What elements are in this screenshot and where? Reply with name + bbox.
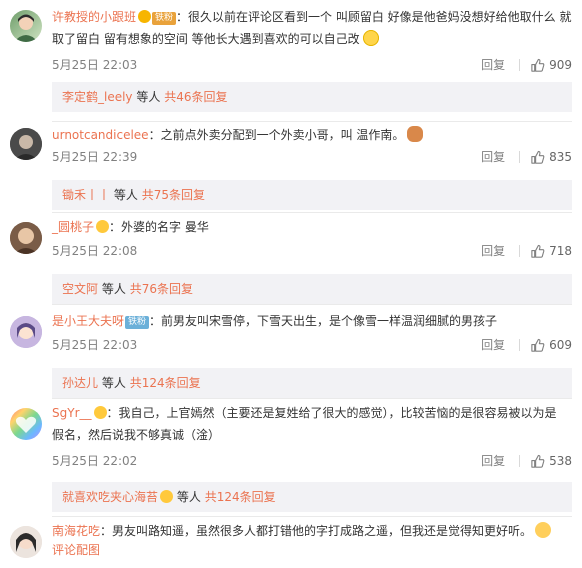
thumb-up-icon[interactable] bbox=[530, 58, 545, 73]
divider bbox=[519, 151, 521, 163]
comment-body: 是小王大夫呀 铁粉 ：前男友叫宋雪停，下雪天出生，是个像雪一样温润细腻的男孩子 bbox=[52, 308, 572, 332]
comment-username[interactable]: urnotcandicelee bbox=[52, 128, 149, 142]
comment-attachment: 评论配图 bbox=[52, 542, 572, 558]
view-replies-link[interactable]: 共124条回复 bbox=[205, 490, 276, 504]
divider bbox=[519, 59, 521, 71]
thumb-up-icon[interactable] bbox=[530, 338, 545, 353]
comment-body: 南海花吃：男友叫路知遥，虽然很多人都打错他的字打成路之遥，但我还是觉得知更好听。 bbox=[52, 520, 572, 542]
comment-text: ：之前点外卖分配到一个外卖小哥，叫 温作南。 bbox=[148, 128, 405, 142]
like-count: 538 bbox=[549, 454, 572, 468]
like-count: 718 bbox=[549, 244, 572, 258]
comment-body: SgYr__ ：我自己，上官嫣然（主要还是复姓给了很大的感觉），比较苦恼的是很容易… bbox=[52, 402, 572, 446]
thumb-up-icon[interactable] bbox=[530, 244, 545, 259]
comment-text: ：外婆的名字 曼华 bbox=[109, 220, 209, 234]
comment-text: ：前男友叫宋雪停，下雪天出生，是个像雪一样温润细腻的男孩子 bbox=[149, 314, 498, 328]
sub-reply-text: 等人 bbox=[136, 90, 161, 104]
like-count: 909 bbox=[549, 58, 572, 72]
sub-reply-user[interactable]: 李定鹤_leely bbox=[62, 90, 133, 104]
comment-text: ：我自己，上官嫣然（主要还是复姓给了很大的感觉），比较苦恼的是很容易被以为是 bbox=[106, 406, 557, 420]
view-replies-link[interactable]: 共76条回复 bbox=[130, 282, 193, 296]
comment-username[interactable]: 南海花吃 bbox=[52, 524, 100, 538]
reply-button[interactable]: 回复 bbox=[481, 240, 505, 262]
avatar[interactable] bbox=[10, 128, 42, 160]
comment-item: SgYr__ ：我自己，上官嫣然（主要还是复姓给了很大的感觉），比较苦恼的是很容易… bbox=[0, 402, 582, 512]
comment-meta: 5月25日 22:03 回复 609 bbox=[52, 334, 572, 356]
comment-item: 许教授的小跟班 铁粉 ：很久以前在评论区看到一个 叫顾留白 好像是他爸妈没想好给他取… bbox=[0, 6, 582, 112]
avatar[interactable] bbox=[10, 222, 42, 254]
like-count: 835 bbox=[549, 150, 572, 164]
comment-body: 许教授的小跟班 铁粉 ：很久以前在评论区看到一个 叫顾留白 好像是他爸妈没想好给他取… bbox=[52, 6, 572, 50]
sub-reply-text: 等人 bbox=[101, 376, 126, 390]
comment-username[interactable]: _圆桃子 bbox=[52, 220, 94, 234]
comment-text: 假名，然后说我不够真诚（淦） bbox=[52, 428, 221, 442]
sub-reply-text: 等人 bbox=[113, 188, 138, 202]
comment-time: 5月25日 22:08 bbox=[52, 244, 138, 258]
sub-reply-summary[interactable]: 孙达儿 等人 共124条回复 bbox=[52, 368, 572, 398]
comment-time: 5月25日 22:03 bbox=[52, 338, 138, 352]
like-count: 609 bbox=[549, 338, 572, 352]
comment-item: _圆桃子 ：外婆的名字 曼华 5月25日 22:08 回复 718 空文阿 等人 … bbox=[0, 214, 582, 304]
view-replies-link[interactable]: 共124条回复 bbox=[130, 376, 201, 390]
sub-reply-user[interactable]: 孙达儿 bbox=[62, 376, 98, 390]
comment-body: _圆桃子 ：外婆的名字 曼华 bbox=[52, 214, 572, 238]
comment-meta: 5月25日 22:03 回复 909 bbox=[52, 54, 572, 76]
comment-item: 是小王大夫呀 铁粉 ：前男友叫宋雪停，下雪天出生，是个像雪一样温润细腻的男孩子 5月… bbox=[0, 308, 582, 398]
member-badge-icon bbox=[96, 220, 110, 233]
view-replies-link[interactable]: 共75条回复 bbox=[142, 188, 205, 202]
reply-button[interactable]: 回复 bbox=[481, 334, 505, 356]
sub-reply-text: 等人 bbox=[101, 282, 126, 296]
comment-body: urnotcandicelee：之前点外卖分配到一个外卖小哥，叫 温作南。 bbox=[52, 122, 572, 146]
smile-emoji-icon bbox=[362, 30, 379, 46]
comment-meta: 5月25日 22:39 回复 835 bbox=[52, 146, 572, 168]
comment-item: 南海花吃：男友叫路知遥，虽然很多人都打错他的字打成路之遥，但我还是觉得知更好听。… bbox=[0, 520, 582, 558]
avatar[interactable] bbox=[10, 408, 42, 440]
avatar[interactable] bbox=[10, 316, 42, 348]
reply-button[interactable]: 回复 bbox=[481, 54, 505, 76]
sub-reply-summary[interactable]: 就喜欢吃夹心海苔 等人 共124条回复 bbox=[52, 482, 572, 512]
divider bbox=[52, 398, 572, 399]
comment-time: 5月25日 22:02 bbox=[52, 454, 138, 468]
divider bbox=[52, 212, 572, 213]
fan-badge: 铁粉 bbox=[152, 12, 177, 25]
dog-emoji-icon bbox=[407, 126, 424, 142]
divider bbox=[519, 339, 521, 351]
comment-text: ：男友叫路知遥，虽然很多人都打错他的字打成路之遥，但我还是觉得知更好听。 bbox=[100, 524, 533, 538]
blush-emoji-icon bbox=[535, 522, 552, 538]
comment-meta: 5月25日 22:08 回复 718 bbox=[52, 240, 572, 262]
thumb-up-icon[interactable] bbox=[530, 150, 545, 165]
comment-item: urnotcandicelee：之前点外卖分配到一个外卖小哥，叫 温作南。 5月… bbox=[0, 122, 582, 210]
sub-reply-summary[interactable]: 锄禾丨丨 等人 共75条回复 bbox=[52, 180, 572, 210]
comment-time: 5月25日 22:39 bbox=[52, 150, 138, 164]
view-replies-link[interactable]: 共46条回复 bbox=[164, 90, 227, 104]
divider bbox=[519, 455, 521, 467]
avatar[interactable] bbox=[10, 10, 42, 42]
fan-badge: 铁粉 bbox=[125, 316, 150, 329]
comment-meta: 5月25日 22:02 回复 538 bbox=[52, 450, 572, 472]
sub-reply-user[interactable]: 锄禾丨丨 bbox=[62, 188, 110, 202]
sub-reply-text: 等人 bbox=[176, 490, 201, 504]
comment-username[interactable]: SgYr__ bbox=[52, 406, 92, 420]
reply-button[interactable]: 回复 bbox=[481, 146, 505, 168]
comment-username[interactable]: 许教授的小跟班 bbox=[52, 10, 136, 24]
member-badge-icon bbox=[138, 10, 152, 23]
comment-time: 5月25日 22:03 bbox=[52, 58, 138, 72]
sub-reply-user[interactable]: 空文阿 bbox=[62, 282, 98, 296]
comment-username[interactable]: 是小王大夫呀 bbox=[52, 314, 124, 328]
member-badge-icon bbox=[160, 490, 174, 503]
picture-link[interactable]: 评论配图 bbox=[52, 543, 100, 557]
member-badge-icon bbox=[93, 406, 107, 419]
sub-reply-summary[interactable]: 李定鹤_leely 等人 共46条回复 bbox=[52, 82, 572, 112]
divider bbox=[519, 245, 521, 257]
sub-reply-user[interactable]: 就喜欢吃夹心海苔 bbox=[62, 490, 158, 504]
reply-button[interactable]: 回复 bbox=[481, 450, 505, 472]
divider bbox=[52, 304, 572, 305]
avatar[interactable] bbox=[10, 526, 42, 558]
thumb-up-icon[interactable] bbox=[530, 454, 545, 469]
sub-reply-summary[interactable]: 空文阿 等人 共76条回复 bbox=[52, 274, 572, 304]
divider bbox=[52, 516, 572, 517]
